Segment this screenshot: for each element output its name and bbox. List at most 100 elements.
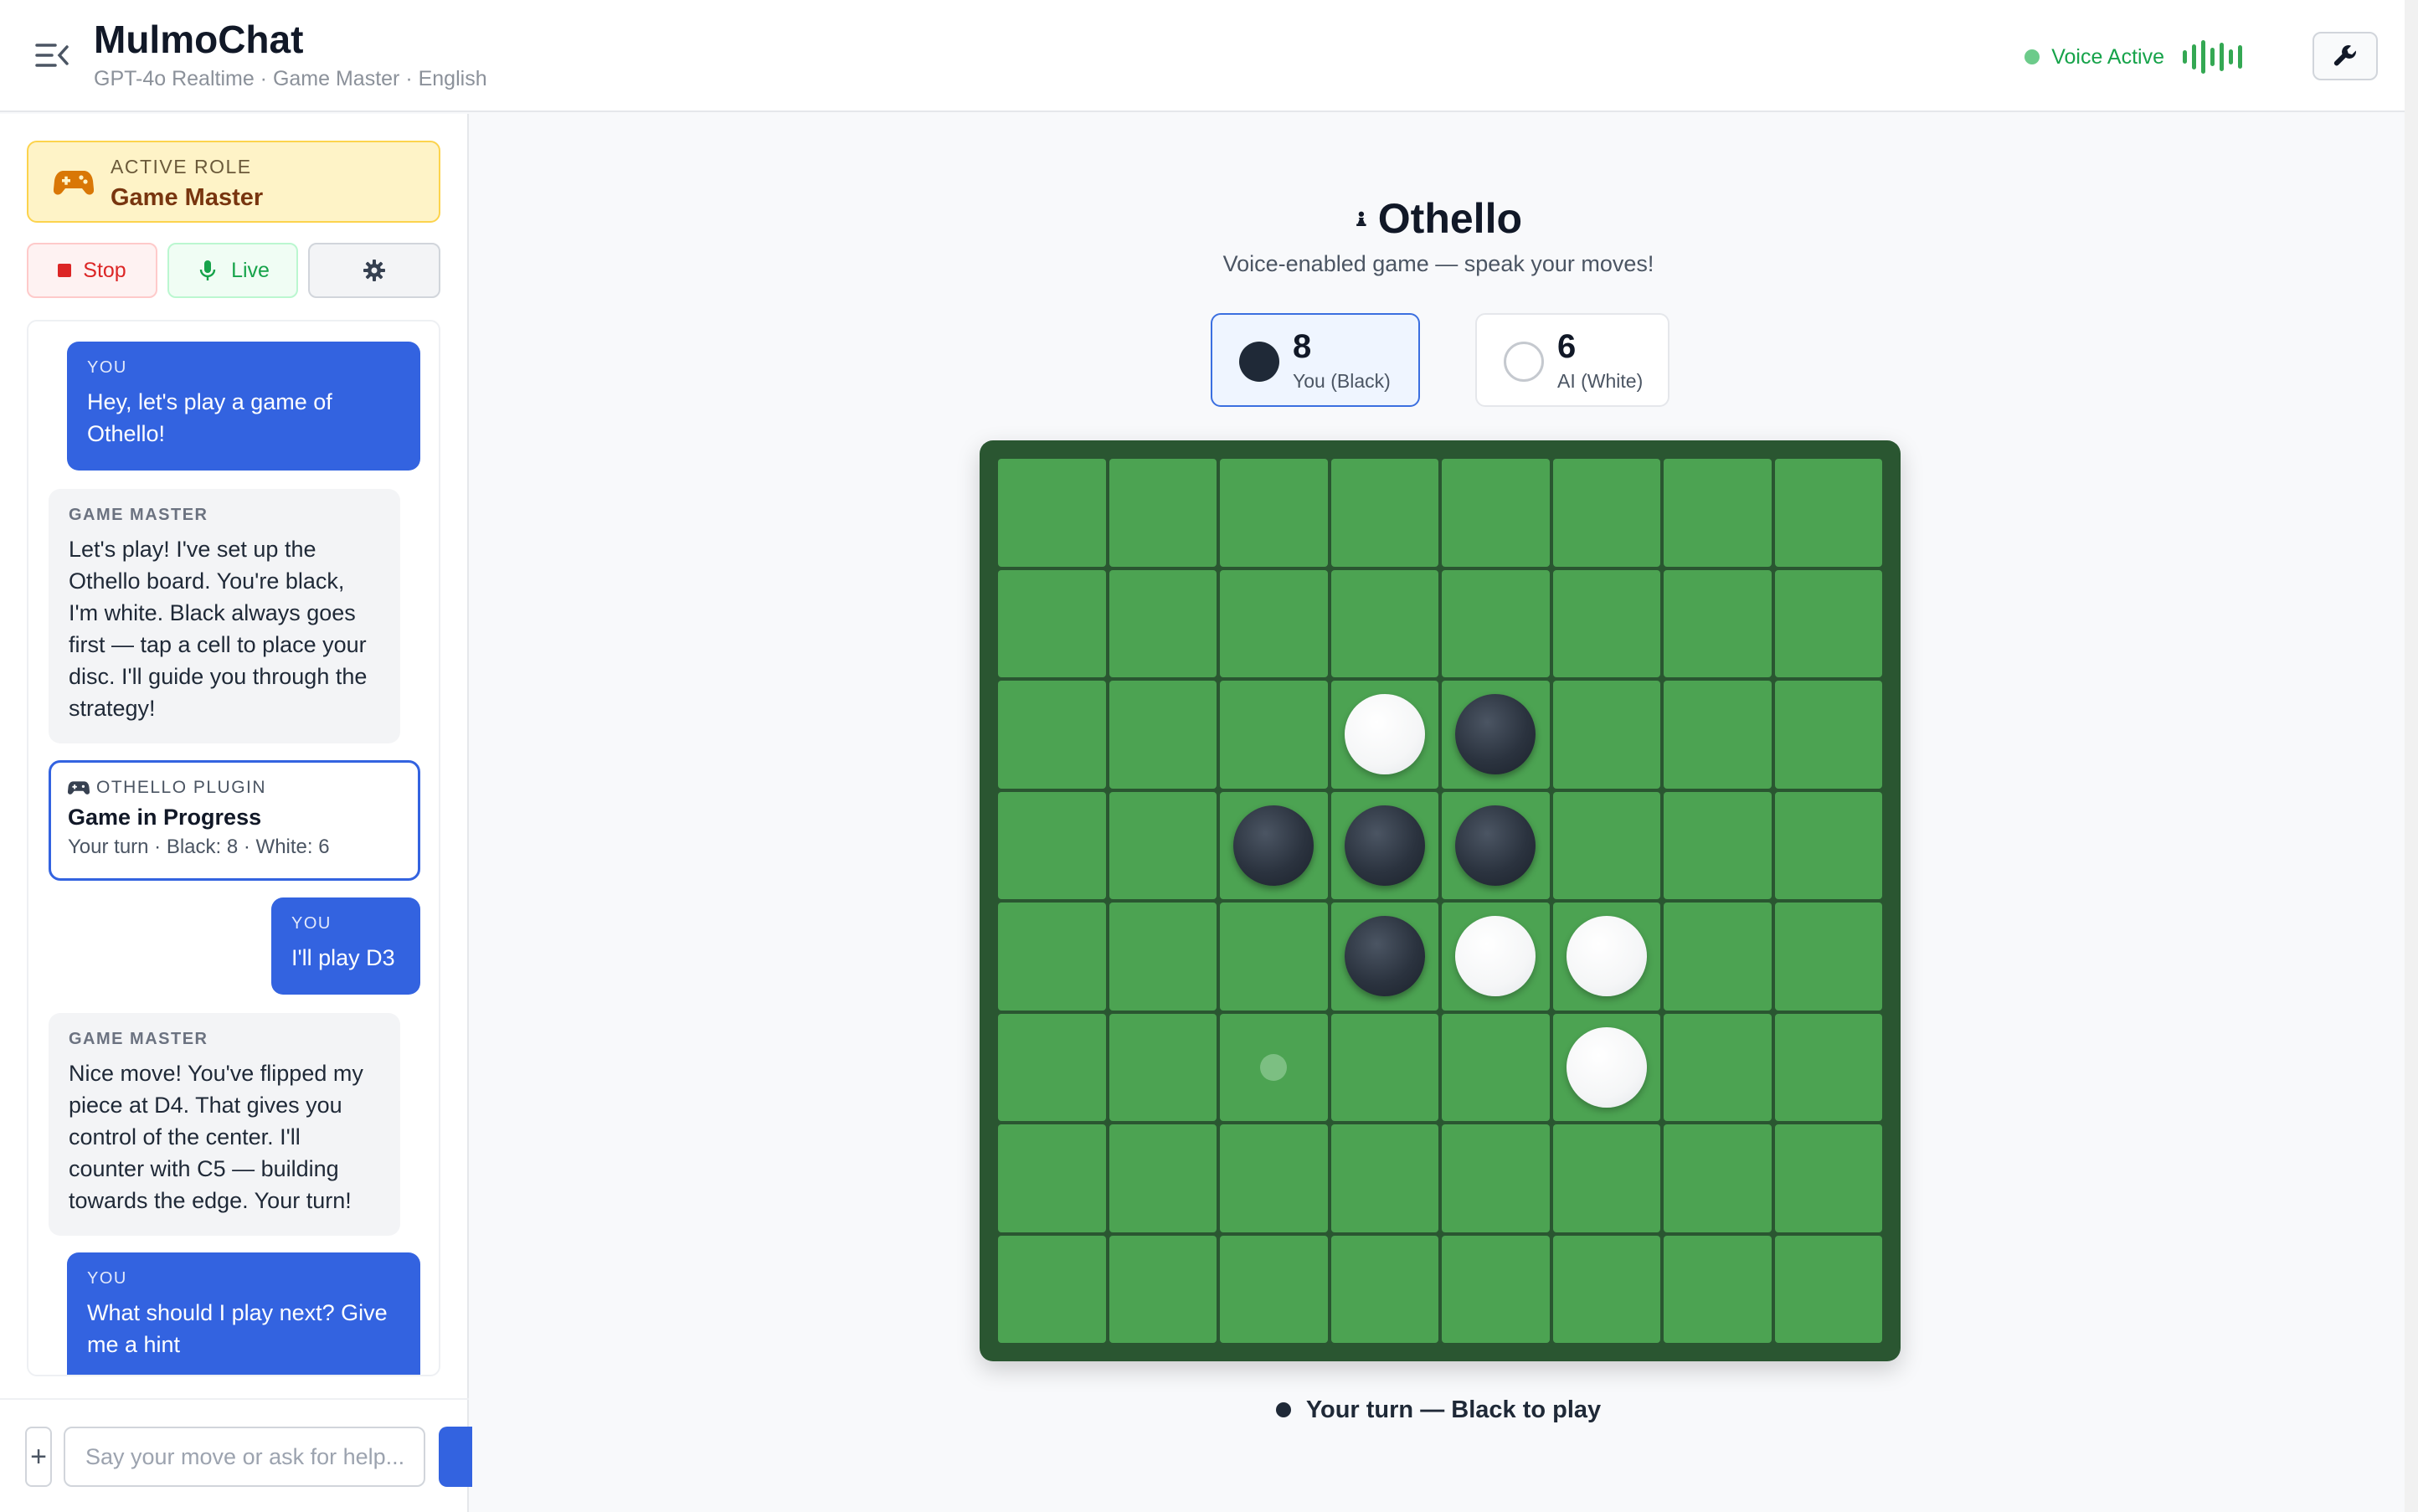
board-cell[interactable] bbox=[1220, 459, 1328, 567]
gamepad-icon bbox=[54, 171, 94, 195]
board-cell[interactable] bbox=[1109, 1013, 1217, 1121]
send-button[interactable] bbox=[439, 1427, 472, 1487]
gamepad-icon bbox=[68, 781, 90, 795]
board-cell[interactable] bbox=[1664, 903, 1772, 1011]
board-cell[interactable] bbox=[1109, 1235, 1217, 1343]
board-cell[interactable] bbox=[1774, 1013, 1882, 1121]
voice-status-label: Voice Active bbox=[2051, 44, 2164, 69]
board-cell[interactable] bbox=[1220, 903, 1328, 1011]
board-cell[interactable] bbox=[1774, 459, 1882, 567]
board-cell[interactable] bbox=[1220, 791, 1328, 899]
board-cell[interactable] bbox=[1109, 681, 1217, 789]
board-cell[interactable] bbox=[998, 791, 1106, 899]
score-count-you: 8 bbox=[1293, 328, 1312, 365]
board-cell[interactable] bbox=[1552, 1013, 1660, 1121]
board-cell[interactable] bbox=[1442, 1124, 1550, 1232]
black-piece bbox=[1455, 805, 1536, 886]
board-cell[interactable] bbox=[1442, 1235, 1550, 1343]
board-cell[interactable] bbox=[1109, 903, 1217, 1011]
board-cell[interactable] bbox=[1774, 1124, 1882, 1232]
board-cell[interactable] bbox=[1442, 791, 1550, 899]
board-cell[interactable] bbox=[998, 1013, 1106, 1121]
board-cell[interactable] bbox=[998, 1124, 1106, 1232]
board-cell[interactable] bbox=[1774, 903, 1882, 1011]
app-title: MulmoChat bbox=[94, 18, 304, 61]
board-cell[interactable] bbox=[1442, 903, 1550, 1011]
black-piece bbox=[1455, 694, 1536, 775]
pawn-icon bbox=[1356, 211, 1366, 226]
othello-plugin-card[interactable]: OTHELLO PLUGIN Game in Progress Your tur… bbox=[49, 760, 420, 881]
board-cell[interactable] bbox=[1774, 681, 1882, 789]
board-cell[interactable] bbox=[1330, 1124, 1438, 1232]
board-cell[interactable] bbox=[1220, 1124, 1328, 1232]
board-cell[interactable] bbox=[1552, 791, 1660, 899]
chat-message-user: YOU Hey, let's play a game of Othello! bbox=[67, 342, 420, 471]
board-cell[interactable] bbox=[1220, 1235, 1328, 1343]
audio-wave-icon bbox=[2183, 40, 2242, 74]
board-cell[interactable] bbox=[1664, 791, 1772, 899]
valid-move-hint bbox=[1260, 1053, 1288, 1081]
board-cell[interactable] bbox=[1442, 681, 1550, 789]
board-cell[interactable] bbox=[1442, 1013, 1550, 1121]
add-attachment-button[interactable]: + bbox=[25, 1427, 52, 1487]
black-disc-icon bbox=[1239, 342, 1279, 382]
settings-button[interactable] bbox=[308, 243, 440, 298]
board-cell[interactable] bbox=[1109, 569, 1217, 677]
live-button[interactable]: Live bbox=[167, 243, 298, 298]
board-cell[interactable] bbox=[1664, 1124, 1772, 1232]
board-cell[interactable] bbox=[1109, 791, 1217, 899]
board-cell[interactable] bbox=[998, 1235, 1106, 1343]
stop-button[interactable]: Stop bbox=[27, 243, 157, 298]
board-cell[interactable] bbox=[1552, 903, 1660, 1011]
board-cell[interactable] bbox=[1774, 1235, 1882, 1343]
chat-input[interactable] bbox=[64, 1427, 425, 1487]
active-role-label: ACTIVE ROLE bbox=[111, 156, 252, 177]
app-subtitle: GPT-4o Realtime · Game Master · English bbox=[94, 67, 487, 90]
board-cell[interactable] bbox=[1442, 459, 1550, 567]
board-cell[interactable] bbox=[998, 459, 1106, 567]
microphone-icon bbox=[199, 260, 216, 280]
board-cell[interactable] bbox=[1330, 1235, 1438, 1343]
board-cell[interactable] bbox=[1552, 1235, 1660, 1343]
message-text: What should I play next? Give me a hint bbox=[87, 1300, 388, 1357]
wrench-icon bbox=[2333, 45, 2356, 66]
board-cell[interactable] bbox=[998, 903, 1106, 1011]
board-cell[interactable] bbox=[1330, 681, 1438, 789]
board-cell[interactable] bbox=[1664, 1235, 1772, 1343]
board-cell[interactable] bbox=[1664, 459, 1772, 567]
board-cell[interactable] bbox=[1552, 681, 1660, 789]
board-cell[interactable] bbox=[1220, 569, 1328, 677]
board-grid bbox=[998, 459, 1882, 1343]
message-text: I'll play D3 bbox=[291, 945, 395, 970]
board-cell[interactable] bbox=[1330, 569, 1438, 677]
score-label-ai: AI (White) bbox=[1557, 370, 1644, 392]
board-cell[interactable] bbox=[1664, 569, 1772, 677]
board-cell[interactable] bbox=[1109, 459, 1217, 567]
board-cell[interactable] bbox=[1330, 1013, 1438, 1121]
board-cell[interactable] bbox=[1330, 791, 1438, 899]
turn-indicator: Your turn — Black to play bbox=[1271, 1393, 1606, 1427]
white-piece bbox=[1566, 1026, 1647, 1108]
chat-input-row: + bbox=[0, 1398, 472, 1512]
page-scrollbar[interactable] bbox=[2405, 0, 2418, 1512]
board-cell[interactable] bbox=[1552, 459, 1660, 567]
board-cell[interactable] bbox=[1220, 1013, 1328, 1121]
collapse-menu-icon[interactable] bbox=[33, 39, 70, 72]
active-role-name: Game Master bbox=[111, 184, 264, 211]
board-cell[interactable] bbox=[1774, 791, 1882, 899]
board-cell[interactable] bbox=[1109, 1124, 1217, 1232]
board-cell[interactable] bbox=[1774, 569, 1882, 677]
board-cell[interactable] bbox=[1664, 681, 1772, 789]
chat-message-user: YOU What should I play next? Give me a h… bbox=[67, 1252, 420, 1375]
chat-history[interactable]: YOU Hey, let's play a game of Othello! G… bbox=[27, 320, 440, 1376]
board-cell[interactable] bbox=[1552, 569, 1660, 677]
board-cell[interactable] bbox=[1442, 569, 1550, 677]
board-cell[interactable] bbox=[998, 569, 1106, 677]
board-cell[interactable] bbox=[1330, 459, 1438, 567]
board-cell[interactable] bbox=[1552, 1124, 1660, 1232]
board-cell[interactable] bbox=[998, 681, 1106, 789]
board-cell[interactable] bbox=[1664, 1013, 1772, 1121]
board-cell[interactable] bbox=[1220, 681, 1328, 789]
tools-button[interactable] bbox=[2313, 32, 2378, 80]
board-cell[interactable] bbox=[1330, 903, 1438, 1011]
